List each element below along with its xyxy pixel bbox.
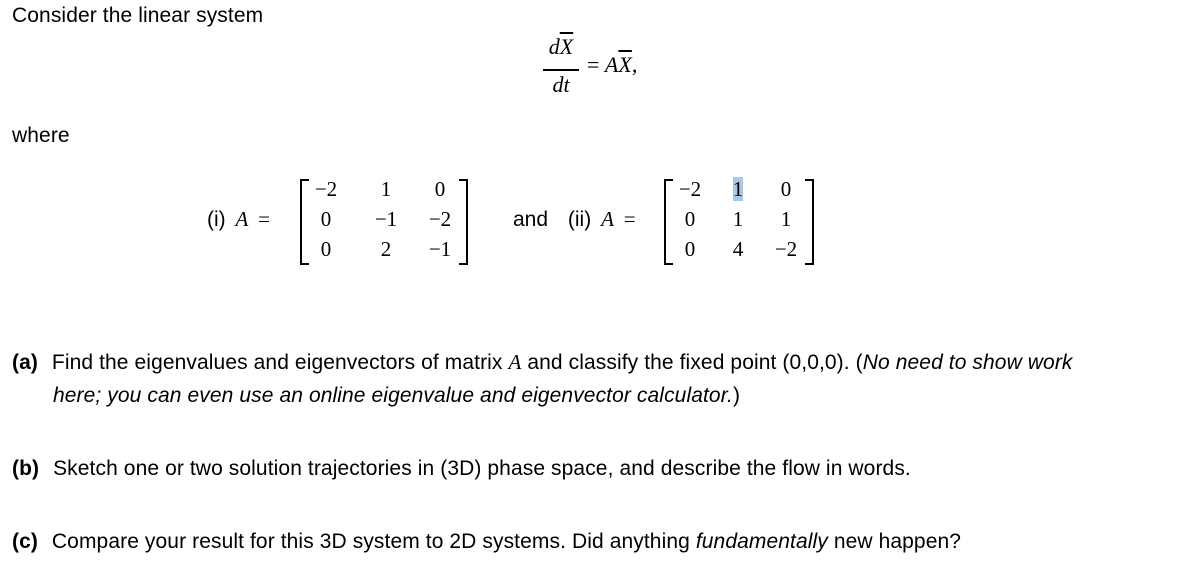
- fraction-numerator: dX: [548, 34, 574, 59]
- matrix-i-label: (i) A =: [207, 207, 271, 231]
- matrix-cell: −2: [314, 177, 338, 201]
- matrix-cell: −2: [678, 177, 702, 201]
- matrix-cell: 1: [732, 207, 744, 231]
- question-b-label: (b): [12, 457, 40, 480]
- equation-rhs: = AX,: [587, 52, 638, 77]
- fraction-denominator: dt: [552, 72, 570, 97]
- matrix-cell: 0: [434, 177, 446, 201]
- matrix-cell: 0: [684, 237, 696, 261]
- matrix-ii-label: and (ii) A =: [513, 207, 636, 231]
- matrix-cell: −1: [428, 237, 452, 261]
- matrix-cell: 2: [380, 237, 392, 261]
- intro-text: Consider the linear system: [12, 4, 264, 27]
- question-a-label: (a): [12, 351, 38, 374]
- question-b: (b) Sketch one or two solution trajector…: [12, 457, 911, 480]
- matrix-cell: 0: [320, 207, 332, 231]
- matrix-i: −2 1 0 0 −1 −2 0 2 −1: [300, 175, 468, 265]
- matrix-cell-highlighted: 1: [732, 177, 744, 201]
- matrix-cell: 0: [320, 237, 332, 261]
- matrix-cell: −2: [774, 237, 798, 261]
- question-c-label: (c): [12, 530, 38, 553]
- question-a-continued: here; you can even use an online eigenva…: [53, 384, 741, 407]
- matrix-cell: 1: [780, 207, 792, 231]
- question-a: (a) Find the eigenvalues and eigenvector…: [12, 350, 1073, 374]
- matrix-cell: 0: [780, 177, 792, 201]
- where-text: where: [12, 124, 70, 147]
- fraction-bar: [543, 69, 579, 71]
- matrix-cell: 4: [732, 237, 744, 261]
- matrix-cell: −2: [428, 207, 452, 231]
- matrix-ii: −2 1 0 0 1 1 0 4 −2: [664, 175, 814, 265]
- matrix-cell: −1: [374, 207, 398, 231]
- question-c: (c) Compare your result for this 3D syst…: [12, 530, 962, 553]
- matrix-cell: 0: [684, 207, 696, 231]
- matrix-cell: 1: [380, 177, 392, 201]
